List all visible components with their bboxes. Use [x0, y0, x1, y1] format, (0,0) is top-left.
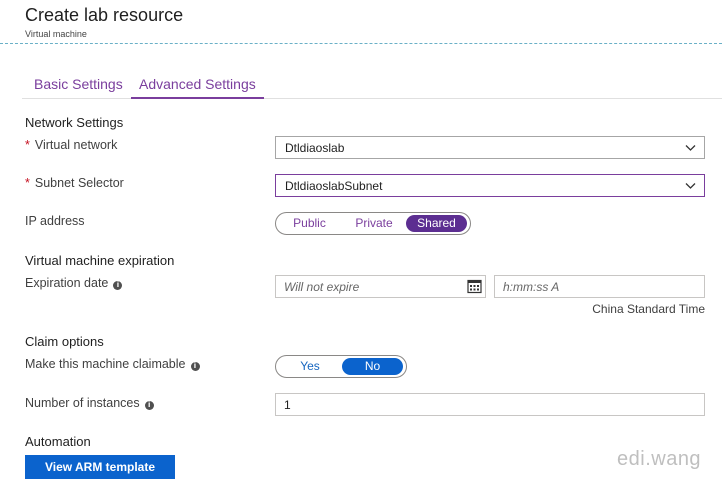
ip-address-toggle: Public Private Shared: [275, 212, 471, 235]
instances-value: 1: [284, 398, 291, 412]
required-marker: *: [25, 176, 30, 190]
ip-address-label: IP address: [25, 214, 85, 228]
virtual-network-value: Dtldiaoslab: [285, 141, 345, 155]
virtual-network-select[interactable]: Dtldiaoslab: [275, 136, 705, 159]
claimable-option-no[interactable]: No: [342, 358, 403, 375]
virtual-network-label-text: Virtual network: [34, 138, 118, 152]
expiration-date-input[interactable]: Will not expire: [275, 275, 486, 298]
ip-option-shared[interactable]: Shared: [406, 215, 467, 232]
expiration-date-label: Expiration date i: [25, 276, 123, 290]
ip-option-public[interactable]: Public: [282, 215, 337, 232]
expiration-date-placeholder: Will not expire: [284, 280, 360, 294]
claimable-toggle: Yes No: [275, 355, 407, 378]
timezone-label: China Standard Time: [592, 302, 705, 316]
virtual-network-label: * Virtual network: [25, 138, 117, 152]
expiration-date-label-text: Expiration date: [25, 276, 109, 290]
subnet-selector-label-text: Subnet Selector: [34, 176, 124, 190]
claimable-label-text: Make this machine claimable: [25, 357, 186, 371]
instances-label: Number of instances i: [25, 396, 154, 410]
automation-heading: Automation: [25, 434, 91, 449]
page-header: Create lab resource Virtual machine: [0, 0, 722, 44]
view-arm-template-button[interactable]: View ARM template: [25, 455, 175, 479]
info-icon[interactable]: i: [113, 281, 123, 290]
subnet-selector-label: * Subnet Selector: [25, 176, 124, 190]
chevron-down-icon: [685, 183, 696, 189]
expiration-time-placeholder: h:mm:ss A: [503, 280, 560, 294]
page-title: Create lab resource: [25, 5, 184, 25]
instances-label-text: Number of instances: [25, 396, 140, 410]
tab-advanced-settings[interactable]: Advanced Settings: [131, 70, 264, 99]
claimable-label: Make this machine claimable i: [25, 357, 200, 371]
page-subtitle: Virtual machine: [25, 29, 87, 39]
chevron-down-icon: [685, 145, 696, 151]
instances-input[interactable]: 1: [275, 393, 705, 416]
subnet-selector-value: DtldiaoslabSubnet: [285, 179, 383, 193]
watermark: edi.wang: [617, 448, 702, 470]
subnet-selector-select[interactable]: DtldiaoslabSubnet: [275, 174, 705, 197]
info-icon[interactable]: i: [190, 362, 200, 371]
info-icon[interactable]: i: [144, 401, 154, 410]
calendar-icon[interactable]: [467, 279, 482, 294]
expiration-time-input[interactable]: h:mm:ss A: [494, 275, 705, 298]
tab-bar: Basic Settings Advanced Settings: [22, 70, 722, 99]
required-marker: *: [25, 138, 30, 152]
network-settings-heading: Network Settings: [25, 115, 124, 130]
claimable-option-yes[interactable]: Yes: [282, 358, 338, 375]
tab-basic-settings[interactable]: Basic Settings: [26, 70, 131, 99]
ip-option-private[interactable]: Private: [346, 215, 402, 232]
vm-expiration-heading: Virtual machine expiration: [25, 253, 175, 268]
claim-options-heading: Claim options: [25, 334, 104, 349]
